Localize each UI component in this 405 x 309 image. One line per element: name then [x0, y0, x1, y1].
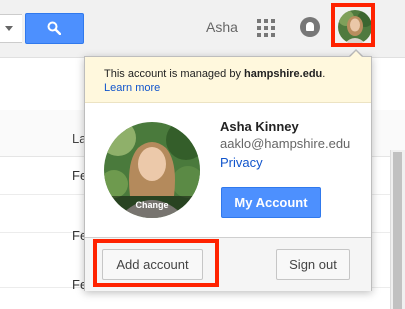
add-account-highlight-box [93, 239, 219, 287]
header-user-name[interactable]: Asha [206, 19, 238, 35]
notice-domain: hampshire.edu [244, 68, 323, 80]
my-account-button[interactable]: My Account [221, 187, 321, 218]
change-photo-label: Change [104, 196, 200, 218]
search-icon [47, 21, 61, 35]
managed-account-notice: This account is managed by hampshire.edu… [85, 57, 371, 103]
privacy-link[interactable]: Privacy [220, 155, 263, 170]
apps-grid-icon[interactable] [257, 19, 275, 37]
caret-down-icon [5, 26, 13, 31]
avatar-highlight-box [331, 3, 375, 47]
account-email: aaklo@hampshire.edu [220, 136, 351, 151]
account-full-name: Asha Kinney [220, 119, 299, 134]
notice-text: This account is managed by hampshire.edu… [104, 68, 325, 80]
learn-more-link[interactable]: Learn more [104, 82, 160, 94]
notice-prefix: This account is managed by [104, 68, 245, 80]
search-options-dropdown[interactable] [0, 14, 22, 43]
notifications-bell-icon[interactable] [300, 17, 320, 37]
popup-arrow-fill [349, 51, 363, 58]
search-button[interactable] [25, 13, 84, 44]
change-photo-avatar[interactable]: Change [104, 122, 200, 218]
notice-suffix: . [322, 68, 326, 80]
sign-out-button[interactable]: Sign out [276, 249, 350, 280]
scrollbar-thumb[interactable] [393, 152, 402, 309]
